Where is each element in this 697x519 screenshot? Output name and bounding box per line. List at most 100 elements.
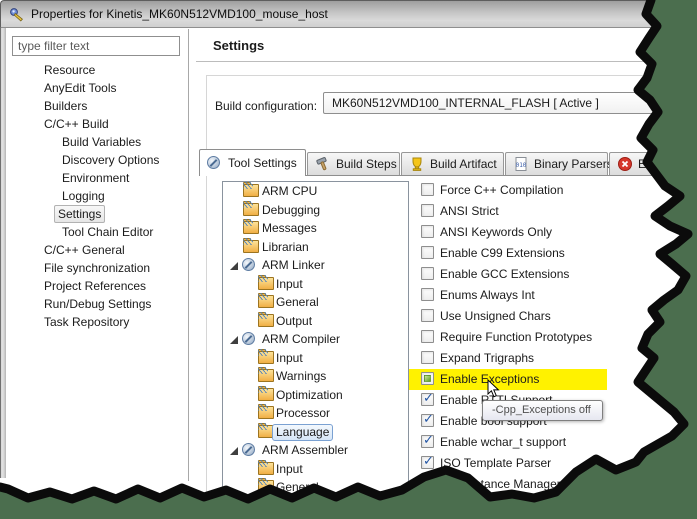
- checkbox[interactable]: [421, 225, 434, 238]
- filter-input[interactable]: [12, 36, 180, 56]
- sidebar-item-build-variables[interactable]: Build Variables: [8, 133, 186, 151]
- page-title: Settings: [213, 38, 265, 53]
- folder-icon: [258, 367, 274, 382]
- sidebar-item-logging[interactable]: Logging: [8, 187, 186, 205]
- tool-tree-compiler-processor[interactable]: Processor: [223, 404, 408, 422]
- tab-build-steps[interactable]: Build Steps: [307, 152, 400, 175]
- expanded-triangle-icon[interactable]: [230, 336, 238, 344]
- sidebar-item-task-repository[interactable]: Task Repository: [8, 313, 186, 331]
- sidebar-item-environment[interactable]: Environment: [8, 169, 186, 187]
- option-require-function-prototypes[interactable]: Require Function Prototypes: [418, 327, 658, 348]
- error-icon: [617, 156, 633, 172]
- option-enable-gcc-extensions[interactable]: Enable GCC Extensions: [418, 264, 658, 285]
- tool-tree-arm-cpu[interactable]: ARM CPU: [223, 182, 408, 200]
- tool-tree-librarian[interactable]: Librarian: [223, 238, 408, 256]
- checkbox[interactable]: [421, 477, 434, 490]
- folder-icon: [258, 275, 274, 290]
- tool-settings-tree: ARM CPU Debugging Messages Librarian ARM…: [222, 181, 409, 500]
- option-use-instance-manager[interactable]: Use Instance Manager: [418, 474, 658, 495]
- option-ansi-keywords-only[interactable]: ANSI Keywords Only: [418, 222, 658, 243]
- folder-icon: [258, 478, 274, 493]
- tool-icon: [242, 332, 255, 345]
- option-expand-trigraphs[interactable]: Expand Trigraphs: [418, 348, 658, 369]
- folder-icon: [243, 201, 259, 216]
- tool-tree-compiler-language[interactable]: Language: [223, 423, 408, 441]
- checkbox[interactable]: [421, 246, 434, 259]
- tool-tree-arm-linker[interactable]: ARM Linker: [223, 256, 408, 274]
- folder-icon: [243, 182, 259, 197]
- window-left-border: [0, 28, 6, 478]
- sidebar-item-settings[interactable]: Settings: [8, 205, 186, 223]
- sidebar-item-anyedit-tools[interactable]: AnyEdit Tools: [8, 79, 186, 97]
- sidebar-sash[interactable]: [188, 29, 189, 481]
- sidebar-item-project-references[interactable]: Project References: [8, 277, 186, 295]
- window-title: Properties for Kinetis_MK60N512VMD100_mo…: [31, 7, 328, 21]
- tool-tree-arm-assembler[interactable]: ARM Assembler: [223, 441, 408, 459]
- tool-icon: [242, 443, 255, 456]
- tool-tree-linker-general[interactable]: General: [223, 293, 408, 311]
- tool-tree-compiler-warnings[interactable]: Warnings: [223, 367, 408, 385]
- checkbox[interactable]: [421, 183, 434, 196]
- tool-tree-linker-input[interactable]: Input: [223, 275, 408, 293]
- folder-icon: [258, 293, 274, 308]
- tool-tree-messages[interactable]: Messages: [223, 219, 408, 237]
- mouse-cursor-icon: [487, 379, 500, 398]
- tool-tree-debugging[interactable]: Debugging: [223, 201, 408, 219]
- sidebar-item-file-synchronization[interactable]: File synchronization: [8, 259, 186, 277]
- sidebar-item-cpp-build[interactable]: C/C++ Build: [8, 115, 186, 133]
- screenshot-stage: Properties for Kinetis_MK60N512VMD100_mo…: [0, 0, 697, 519]
- checkbox[interactable]: [421, 433, 434, 448]
- build-configuration-label: Build configuration:: [215, 99, 318, 113]
- svg-text:010: 010: [516, 162, 527, 169]
- sidebar-item-run-debug-settings[interactable]: Run/Debug Settings: [8, 295, 186, 313]
- tab-build-artifact[interactable]: Build Artifact: [401, 152, 504, 175]
- tab-tool-settings[interactable]: Tool Settings: [199, 149, 306, 176]
- tool-tree-assembler-general[interactable]: General: [223, 478, 408, 496]
- option-ansi-strict[interactable]: ANSI Strict: [418, 201, 658, 222]
- folder-icon: [258, 312, 274, 327]
- checkbox[interactable]: [421, 372, 434, 385]
- option-enums-always-int[interactable]: Enums Always Int: [418, 285, 658, 306]
- option-use-unsigned-chars[interactable]: Use Unsigned Chars: [418, 306, 658, 327]
- checkbox[interactable]: [421, 454, 434, 469]
- checkbox[interactable]: [421, 309, 434, 322]
- tool-tree-assembler-input[interactable]: Input: [223, 460, 408, 478]
- option-enable-exceptions[interactable]: Enable Exceptions: [418, 369, 658, 390]
- checkbox[interactable]: [421, 204, 434, 217]
- checkbox[interactable]: [421, 267, 434, 280]
- expanded-triangle-icon[interactable]: [230, 262, 238, 270]
- artifact-icon: [409, 156, 425, 172]
- option-enable-c99-extensions[interactable]: Enable C99 Extensions: [418, 243, 658, 264]
- sidebar-item-discovery-options[interactable]: Discovery Options: [8, 151, 186, 169]
- sidebar-item-cpp-general[interactable]: C/C++ General: [8, 241, 186, 259]
- tool-settings-icon: [207, 155, 223, 171]
- checkbox[interactable]: [421, 330, 434, 343]
- checkbox[interactable]: [421, 412, 434, 427]
- build-configuration-combo[interactable]: MK60N512VMD100_INTERNAL_FLASH [ Active ]: [323, 92, 660, 114]
- sidebar-item-builders[interactable]: Builders: [8, 97, 186, 115]
- checkbox[interactable]: [421, 288, 434, 301]
- titlebar[interactable]: Properties for Kinetis_MK60N512VMD100_mo…: [0, 0, 697, 28]
- sidebar-item-tool-chain-editor[interactable]: Tool Chain Editor: [8, 223, 186, 241]
- tooltip: -Cpp_Exceptions off: [482, 400, 603, 421]
- option-force-cpp-compilation[interactable]: Force C++ Compilation: [418, 180, 658, 201]
- tool-tree-linker-output[interactable]: Output: [223, 312, 408, 330]
- folder-icon: [243, 219, 259, 234]
- properties-window-icon: [9, 6, 25, 22]
- option-enable-wchar-t-support[interactable]: Enable wchar_t support: [418, 432, 658, 453]
- tool-icon: [242, 258, 255, 271]
- tool-tree-arm-compiler[interactable]: ARM Compiler: [223, 330, 408, 348]
- folder-icon: [258, 386, 274, 401]
- folder-icon: [258, 404, 274, 419]
- expanded-triangle-icon[interactable]: [230, 447, 238, 455]
- option-iso-template-parser[interactable]: ISO Template Parser: [418, 453, 658, 474]
- tab-binary-parsers[interactable]: 010 Binary Parsers: [505, 152, 613, 175]
- checkbox[interactable]: [421, 351, 434, 364]
- tab-errors[interactable]: Erro: [609, 152, 697, 175]
- binary-file-icon: 010: [513, 156, 529, 172]
- checkbox[interactable]: [421, 391, 434, 406]
- tool-tree-compiler-input[interactable]: Input: [223, 349, 408, 367]
- folder-icon: [258, 349, 274, 364]
- tool-tree-compiler-optimization[interactable]: Optimization: [223, 386, 408, 404]
- sidebar-item-resource[interactable]: Resource: [8, 61, 186, 79]
